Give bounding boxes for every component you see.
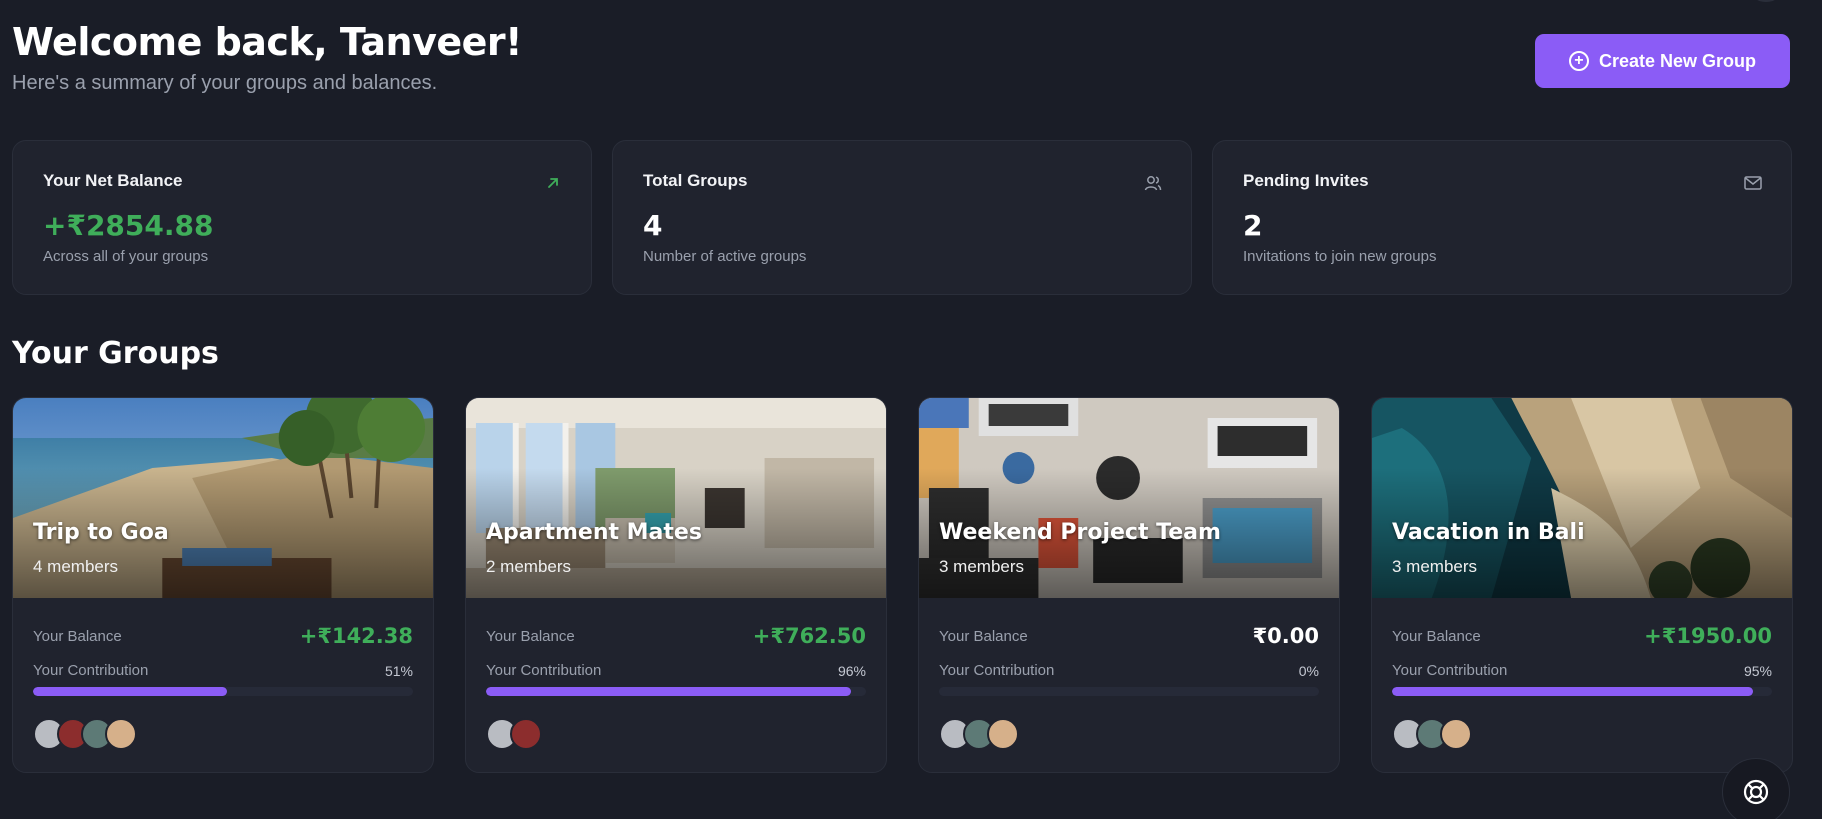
group-card-trip-to-goa[interactable]: Trip to Goa 4 members Your Balance +₹142… [12,397,434,773]
stats-row: Your Net Balance +₹2854.88 Across all of… [12,140,1792,295]
member-avatars [1392,718,1772,750]
group-cover-image: Trip to Goa 4 members [13,398,433,598]
page-subtitle: Here's a summary of your groups and bala… [12,72,438,94]
avatar [510,718,542,750]
balance-label: Your Balance [939,627,1028,645]
page-header: Welcome back, Tanveer! Here's a summary … [12,20,523,95]
mail-icon [1744,176,1762,190]
group-member-count: 2 members [486,557,572,576]
contribution-percent: 95% [1743,662,1772,679]
arrow-up-right-icon [548,178,558,188]
group-card-weekend-project-team[interactable]: Weekend Project Team 3 members Your Bala… [918,397,1340,773]
contribution-progress-fill [486,687,851,696]
balance-label: Your Balance [33,627,122,645]
group-name: Apartment Mates [486,520,702,545]
group-card-vacation-in-bali[interactable]: Vacation in Bali 3 members Your Balance … [1371,397,1793,773]
contribution-percent: 0% [1298,662,1319,679]
contribution-label: Your Contribution [33,662,149,679]
contribution-label: Your Contribution [486,662,602,679]
group-name: Vacation in Bali [1392,520,1585,545]
create-new-group-button[interactable]: + Create New Group [1535,34,1790,88]
contribution-progress-fill [1392,687,1753,696]
avatar [987,718,1019,750]
stat-value: 4 [643,209,663,242]
member-avatars [939,718,1319,750]
pending-invites-card: Pending Invites 2 Invitations to join ne… [1212,140,1792,295]
balance-label: Your Balance [486,627,575,645]
contribution-progress-bar [33,687,413,696]
contribution-percent: 96% [837,662,866,679]
total-groups-card: Total Groups 4 Number of active groups [612,140,1192,295]
stat-value: 2 [1243,209,1263,242]
stat-title: Your Net Balance [43,171,183,190]
plus-circle-icon: + [1568,51,1589,71]
contribution-label: Your Contribution [1392,662,1508,679]
balance-label: Your Balance [1392,627,1481,645]
balance-value: +₹762.50 [752,624,866,648]
group-card-apartment-mates[interactable]: Apartment Mates 2 members Your Balance +… [465,397,887,773]
groups-grid: Trip to Goa 4 members Your Balance +₹142… [12,397,1793,773]
group-cover-image: Vacation in Bali 3 members [1372,398,1792,598]
stat-title: Total Groups [643,171,748,190]
group-cover-image: Apartment Mates 2 members [466,398,886,598]
group-name: Trip to Goa [33,520,169,545]
stat-title: Pending Invites [1243,171,1369,190]
balance-value: +₹142.38 [299,624,413,648]
contribution-progress-bar [939,687,1319,696]
group-member-count: 3 members [939,557,1025,576]
contribution-percent: 51% [384,662,413,679]
group-member-count: 3 members [1392,557,1478,576]
lifebuoy-icon [1743,779,1769,805]
stat-description: Number of active groups [643,248,807,265]
page-title: Welcome back, Tanveer! [12,20,523,64]
net-balance-card: Your Net Balance +₹2854.88 Across all of… [12,140,592,295]
avatar [105,718,137,750]
group-cover-image: Weekend Project Team 3 members [919,398,1339,598]
member-avatars [486,718,866,750]
stat-description: Across all of your groups [43,248,209,265]
balance-value: +₹1950.00 [1644,624,1772,648]
group-member-count: 4 members [33,557,119,576]
contribution-progress-fill [33,687,227,696]
member-avatars [33,718,413,750]
profile-avatar-edge[interactable] [1750,0,1782,2]
users-icon [1144,176,1162,191]
create-new-group-label: Create New Group [1598,50,1757,71]
contribution-progress-bar [486,687,866,696]
stat-description: Invitations to join new groups [1243,248,1437,265]
help-button[interactable] [1722,758,1790,819]
your-groups-heading: Your Groups [12,336,219,371]
contribution-label: Your Contribution [939,662,1055,679]
contribution-progress-bar [1392,687,1772,696]
avatar [1440,718,1472,750]
balance-value: ₹0.00 [1252,624,1319,648]
group-name: Weekend Project Team [939,520,1221,545]
stat-value: +₹2854.88 [43,209,214,242]
